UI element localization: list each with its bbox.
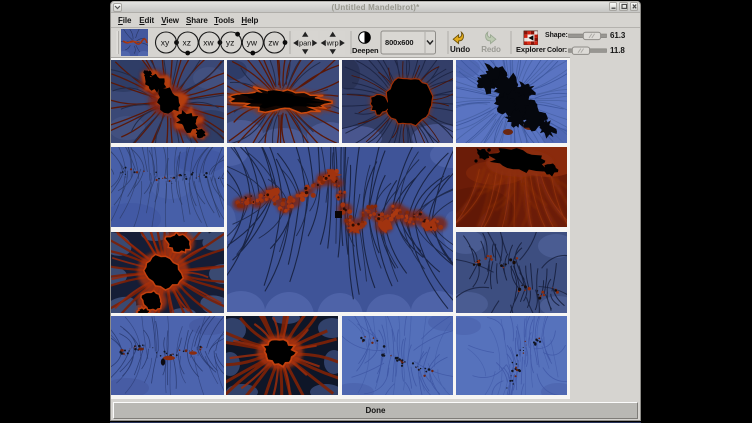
svg-text:pan: pan xyxy=(299,39,312,48)
svg-text:xw: xw xyxy=(203,38,214,48)
svg-text:yz: yz xyxy=(226,38,235,48)
svg-text:xy: xy xyxy=(161,38,170,48)
svg-text:yw: yw xyxy=(247,38,258,48)
svg-text:zw: zw xyxy=(268,38,279,48)
svg-text:xz: xz xyxy=(182,38,191,48)
svg-text:wrp: wrp xyxy=(326,39,339,48)
